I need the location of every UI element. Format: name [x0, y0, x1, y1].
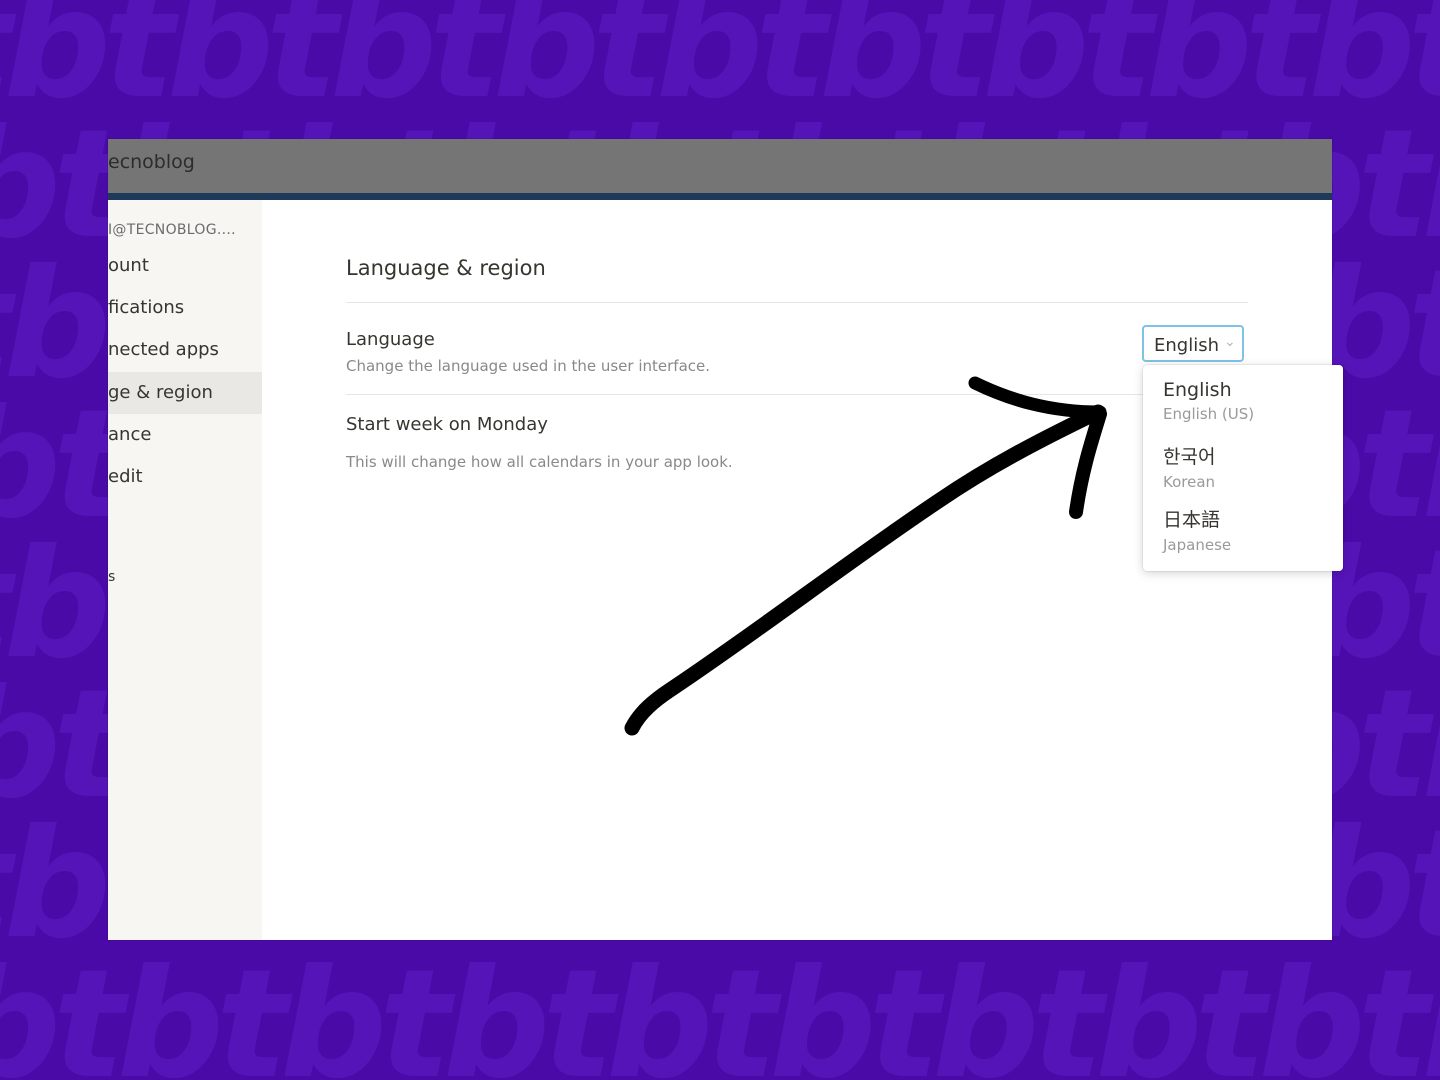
sidebar-item-language-region[interactable]: ge & region — [108, 372, 262, 414]
language-option-english[interactable]: English English (US) — [1163, 379, 1254, 423]
option-name: 한국어 — [1163, 446, 1216, 468]
sidebar-item-notifications[interactable]: fications — [108, 287, 262, 329]
sidebar-item-credit[interactable]: edit — [108, 456, 262, 498]
chevron-down-icon: ⌄ — [1224, 334, 1236, 350]
sidebar-item-label: s — [108, 569, 116, 585]
sidebar-item-label: ount — [108, 255, 149, 276]
sidebar-item-label: edit — [108, 466, 143, 487]
sidebar-item-account[interactable]: ount — [108, 245, 262, 287]
language-select[interactable]: English ⌄ — [1142, 325, 1244, 362]
section-title: Language & region — [346, 256, 546, 280]
language-select-value: English — [1154, 335, 1219, 356]
sidebar-item-label: ance — [108, 424, 152, 445]
account-email: I@TECNOBLOG.... — [108, 222, 236, 238]
language-dropdown-menu: English English (US) 한국어 Korean 日本語 Japa… — [1143, 365, 1343, 571]
week-start-description: This will change how all calendars in yo… — [346, 453, 733, 471]
sidebar-item-label: fications — [108, 297, 185, 318]
option-name: 日本語 — [1163, 509, 1221, 531]
sidebar-item-appearance[interactable]: ance — [108, 414, 262, 456]
option-name: English — [1163, 379, 1232, 401]
header-strip — [108, 193, 1332, 200]
window-titlebar: ecnoblog — [108, 139, 1332, 195]
language-option-japanese[interactable]: 日本語 Japanese — [1163, 505, 1231, 554]
sidebar-item-partial[interactable]: s — [108, 556, 262, 598]
setting-divider — [346, 394, 1248, 395]
settings-sidebar: I@TECNOBLOG.... ount fications nected ap… — [108, 200, 262, 940]
watermark-row: tbtbtbtbtbtbtbtbtbtbtbtbtbtbtbtbtbtbtb — [0, 938, 1440, 1080]
option-subtitle: Korean — [1163, 473, 1216, 491]
sidebar-item-label: ge & region — [108, 382, 213, 403]
option-subtitle: English (US) — [1163, 405, 1255, 423]
sidebar-item-label: nected apps — [108, 339, 219, 360]
language-option-korean[interactable]: 한국어 Korean — [1163, 442, 1215, 491]
option-subtitle: Japanese — [1163, 536, 1232, 554]
language-description: Change the language used in the user int… — [346, 357, 711, 375]
section-divider — [346, 302, 1248, 303]
week-start-label: Start week on Monday — [346, 414, 548, 435]
sidebar-item-connected-apps[interactable]: nected apps — [108, 329, 262, 371]
language-label: Language — [346, 329, 435, 350]
window-title: ecnoblog — [108, 151, 195, 173]
